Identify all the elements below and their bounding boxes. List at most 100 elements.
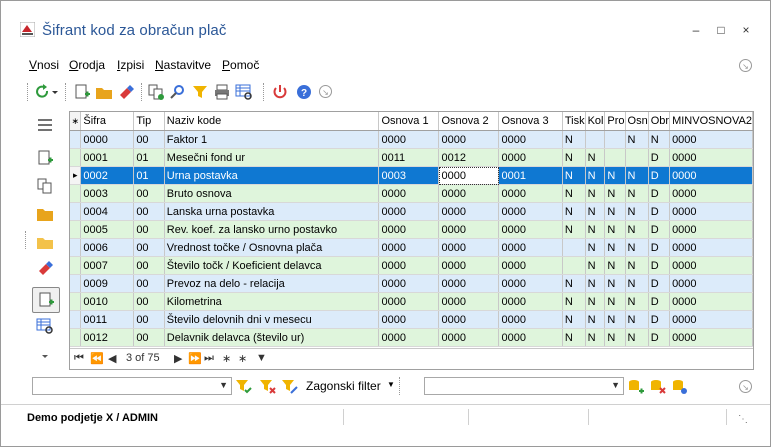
table-cell[interactable]: 0000 — [438, 220, 500, 239]
menu-options-icon[interactable]: ↘ — [739, 59, 752, 72]
table-row[interactable]: 0003 00 Bruto osnova 0000 0000 0000 N N N N D 0000 — [70, 184, 753, 203]
apply-filter-icon[interactable] — [235, 378, 253, 396]
append-record-icon[interactable]: ∗ — [222, 352, 231, 365]
table-cell[interactable]: 00 — [133, 238, 165, 257]
table-cell[interactable]: 00 — [133, 220, 165, 239]
table-cell[interactable]: N — [604, 256, 626, 275]
row-indicator[interactable] — [70, 184, 82, 203]
table-cell[interactable]: 0009 — [80, 274, 135, 293]
table-row[interactable]: 0006 00 Vrednost točke / Osnovna plača 0000… — [70, 238, 753, 257]
new-record-icon[interactable] — [73, 83, 91, 101]
table-cell[interactable]: 0000 — [669, 202, 753, 221]
column-header[interactable]: Pro — [604, 112, 626, 131]
table-cell[interactable]: 0000 — [498, 292, 563, 311]
table-cell[interactable]: 00 — [133, 184, 165, 203]
table-cell[interactable]: N — [625, 292, 649, 311]
table-cell[interactable]: 01 — [133, 166, 165, 185]
table-cell[interactable]: 0007 — [80, 256, 135, 275]
table-cell[interactable]: 0012 — [438, 148, 500, 167]
column-header[interactable]: Obr — [648, 112, 671, 131]
last-record-icon[interactable]: ⏭ — [204, 352, 214, 365]
dropdown-arrow-icon[interactable] — [51, 83, 59, 101]
table-cell[interactable]: 0000 — [498, 184, 563, 203]
table-cell[interactable]: 0000 — [669, 292, 753, 311]
copy-icon[interactable] — [147, 83, 165, 101]
table-cell[interactable]: 0010 — [80, 292, 135, 311]
table-cell[interactable]: Bruto osnova — [164, 184, 380, 203]
table-cell[interactable]: 0001 — [80, 148, 135, 167]
clear-filter-icon[interactable] — [259, 378, 277, 396]
open-folder-icon[interactable] — [95, 83, 113, 101]
table-cell[interactable]: 0000 — [498, 202, 563, 221]
table-cell[interactable]: 0000 — [669, 238, 753, 257]
table-cell[interactable]: D — [648, 328, 671, 347]
copy-icon[interactable] — [36, 177, 54, 195]
table-row[interactable]: 0001 01 Mesečni fond ur 0011 0012 0000 N N D 0000 — [70, 148, 753, 167]
eraser-icon[interactable] — [117, 83, 135, 101]
table-cell[interactable]: Rev. koef. za lansko urno postavko — [164, 220, 380, 239]
table-cell[interactable]: 0000 — [498, 256, 563, 275]
table-cell[interactable]: N — [604, 184, 626, 203]
table-cell[interactable]: N — [604, 274, 626, 293]
filter-icon[interactable] — [191, 83, 209, 101]
table-cell[interactable]: 0000 — [438, 292, 500, 311]
table-cell[interactable]: 0000 — [378, 202, 440, 221]
table-cell[interactable]: 0000 — [669, 310, 753, 329]
column-header[interactable]: Kol — [585, 112, 606, 131]
table-cell[interactable]: 0000 — [669, 274, 753, 293]
grid-search-icon[interactable] — [36, 317, 54, 335]
table-cell[interactable]: 01 — [133, 148, 165, 167]
table-cell[interactable]: 0006 — [80, 238, 135, 257]
table-row[interactable]: 0009 00 Prevoz na delo - relacija 0000 0000 0… — [70, 274, 753, 293]
menu-izpisi[interactable]: Izpisi — [117, 58, 144, 72]
row-indicator[interactable] — [70, 274, 82, 293]
table-cell[interactable]: 0003 — [80, 184, 135, 203]
table-cell[interactable]: 0000 — [498, 274, 563, 293]
row-indicator[interactable] — [70, 238, 82, 257]
menu-pomoc[interactable]: Pomoč — [222, 58, 259, 72]
delete-layout-icon[interactable] — [649, 378, 667, 396]
table-cell[interactable]: 0012 — [80, 328, 135, 347]
table-cell[interactable]: 0005 — [80, 220, 135, 239]
table-cell[interactable]: 00 — [133, 310, 165, 329]
table-row[interactable]: ▸ 0002 01 Urna postavka 0003 0000 0001 N N N N D 000… — [70, 166, 753, 185]
table-cell[interactable]: 0000 — [669, 256, 753, 275]
column-header[interactable]: Naziv kode — [164, 112, 380, 131]
next-record-icon[interactable]: ▶ — [174, 352, 182, 365]
column-header[interactable]: Osnova 2 — [438, 112, 500, 131]
eraser-icon[interactable] — [36, 259, 54, 277]
row-indicator[interactable] — [70, 148, 82, 167]
table-cell[interactable]: 0000 — [669, 130, 753, 149]
close-button[interactable]: × — [738, 23, 754, 37]
table-cell[interactable]: N — [562, 184, 586, 203]
row-indicator[interactable] — [70, 130, 82, 149]
table-cell[interactable]: 0000 — [498, 310, 563, 329]
refresh-icon[interactable] — [33, 83, 51, 101]
table-cell[interactable]: D — [648, 220, 671, 239]
row-indicator[interactable] — [70, 202, 82, 221]
table-cell[interactable]: N — [585, 202, 606, 221]
table-cell[interactable]: Prevoz na delo - relacija — [164, 274, 380, 293]
table-cell[interactable]: N — [625, 184, 649, 203]
table-cell[interactable]: 00 — [133, 274, 165, 293]
table-cell[interactable]: N — [585, 220, 606, 239]
row-indicator[interactable] — [70, 256, 82, 275]
table-cell[interactable]: D — [648, 148, 671, 167]
table-cell[interactable]: 00 — [133, 256, 165, 275]
table-cell[interactable]: Vrednost točke / Osnovna plača — [164, 238, 380, 257]
table-cell[interactable]: 0002 — [80, 166, 135, 185]
table-cell[interactable]: 0000 — [438, 184, 500, 203]
table-cell[interactable]: 0000 — [498, 220, 563, 239]
table-cell[interactable]: D — [648, 256, 671, 275]
table-cell[interactable]: N — [562, 130, 586, 149]
next-page-icon[interactable]: ⏩ — [188, 352, 202, 365]
column-header[interactable]: Osnova 1 — [378, 112, 440, 131]
table-cell[interactable]: 00 — [133, 202, 165, 221]
row-indicator[interactable] — [70, 328, 82, 347]
row-indicator[interactable] — [70, 292, 82, 311]
table-row[interactable]: 0010 00 Kilometrina 0000 0000 0000 N N N N D 0000 — [70, 292, 753, 311]
table-cell[interactable]: 00 — [133, 130, 165, 149]
table-cell[interactable]: 0000 — [438, 328, 500, 347]
table-cell[interactable]: D — [648, 238, 671, 257]
print-icon[interactable] — [213, 83, 231, 101]
